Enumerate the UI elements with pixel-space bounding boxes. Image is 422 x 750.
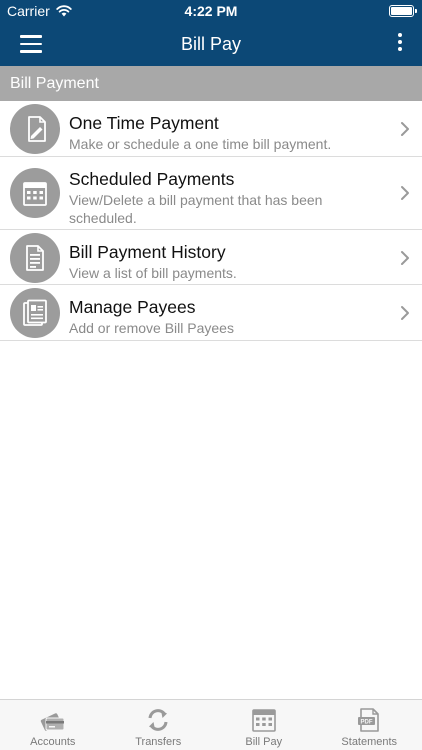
chevron-right-icon: [401, 251, 409, 265]
item-title: Manage Payees: [69, 297, 196, 317]
tab-bill-pay[interactable]: Bill Pay: [211, 700, 317, 750]
item-subtitle: Make or schedule a one time bill payment…: [69, 136, 332, 152]
item-title: One Time Payment: [69, 113, 219, 133]
item-title: Scheduled Payments: [69, 169, 235, 189]
transfer-arrows-icon: [148, 709, 168, 731]
manage-payees-item[interactable]: Manage Payees Add or remove Bill Payees: [0, 285, 422, 341]
bill-pay-menu: One Time Payment Make or schedule a one …: [0, 101, 422, 341]
calendar-icon: [10, 168, 60, 218]
svg-text:PDF: PDF: [361, 719, 373, 725]
chevron-right-icon: [401, 122, 409, 136]
one-time-payment-item[interactable]: One Time Payment Make or schedule a one …: [0, 101, 422, 157]
bill-payment-history-item[interactable]: Bill Payment History View a list of bill…: [0, 230, 422, 285]
chevron-right-icon: [401, 306, 409, 320]
tab-bar: Accounts Transfers Bill Pay PDF Statemen…: [0, 699, 422, 750]
navigation-bar: Bill Pay: [0, 22, 422, 66]
pdf-document-icon: PDF: [358, 708, 380, 732]
item-subtitle: Add or remove Bill Payees: [69, 320, 234, 336]
scheduled-payments-item[interactable]: Scheduled Payments View/Delete a bill pa…: [0, 157, 422, 230]
tab-transfers[interactable]: Transfers: [106, 700, 212, 750]
item-subtitle: View a list of bill payments.: [69, 265, 237, 281]
tab-label: Transfers: [135, 736, 182, 748]
document-list-icon: [10, 233, 60, 283]
calendar-icon: [251, 709, 276, 732]
payee-card-icon: [10, 288, 60, 338]
item-subtitle: View/Delete a bill payment that has been…: [69, 192, 323, 226]
page-title: Bill Pay: [180, 34, 242, 54]
tab-accounts[interactable]: Accounts: [0, 700, 106, 750]
status-time: 4:22 PM: [184, 3, 238, 19]
tab-label: Bill Pay: [245, 736, 283, 748]
battery-icon: [389, 5, 417, 17]
tab-label: Statements: [341, 736, 398, 748]
tab-label: Accounts: [30, 736, 76, 748]
chevron-right-icon: [401, 186, 409, 200]
status-bar: Carrier 4:22 PM: [0, 0, 422, 22]
tab-statements[interactable]: PDF Statements: [317, 700, 422, 750]
edit-document-icon: [10, 104, 60, 154]
item-title: Bill Payment History: [69, 242, 226, 262]
more-vertical-icon[interactable]: [394, 33, 406, 55]
section-header: Bill Payment: [0, 66, 422, 101]
cards-icon: [40, 713, 65, 731]
